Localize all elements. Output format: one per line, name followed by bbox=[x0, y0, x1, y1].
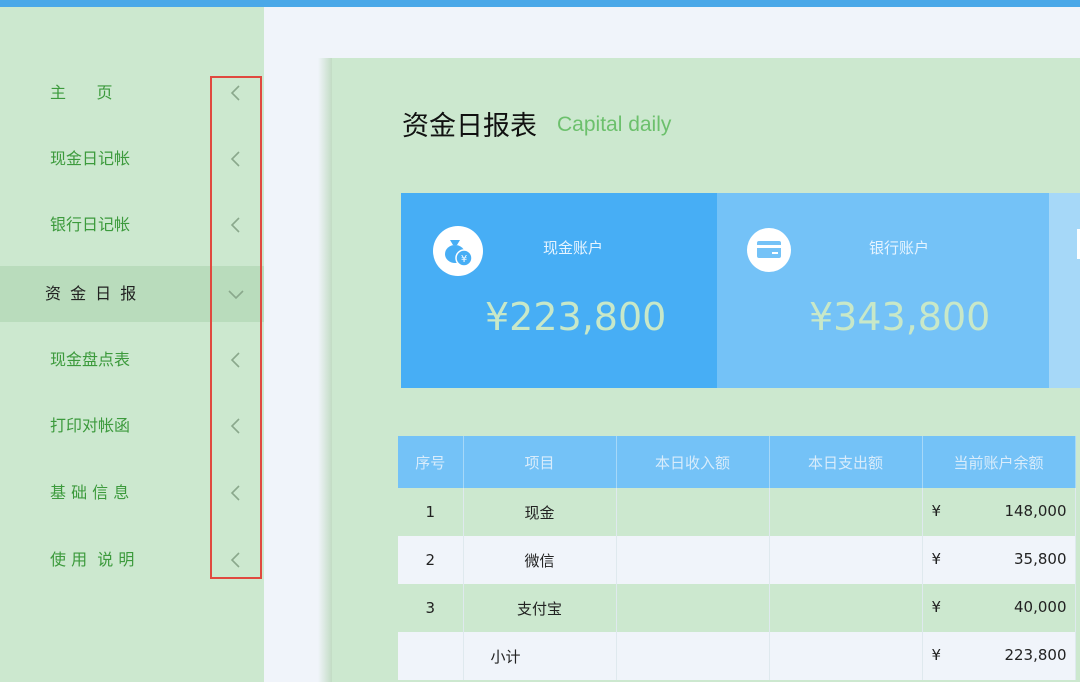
column-header: 本日收入额 bbox=[616, 436, 770, 488]
row-expense bbox=[769, 536, 923, 584]
row-income bbox=[616, 632, 770, 680]
balance-amount: 35,800 bbox=[1014, 550, 1067, 568]
bank-account-card[interactable]: 银行账户 ¥343,800 bbox=[717, 193, 1049, 388]
money-bag-icon: ¥ bbox=[433, 226, 483, 276]
table-header-row: 序号 项目 本日收入额 本日支出额 当前账户余额 bbox=[398, 436, 1076, 488]
sidebar-item-label: 使 用 说 明 bbox=[50, 550, 135, 569]
top-bar bbox=[0, 0, 1080, 7]
row-item: 微信 bbox=[463, 536, 617, 584]
row-income bbox=[616, 584, 770, 632]
row-item: 小计 bbox=[463, 632, 617, 680]
table-row[interactable]: 1 现金 ¥ 148,000 bbox=[398, 488, 1076, 536]
highlight-box bbox=[210, 76, 262, 579]
row-income bbox=[616, 488, 770, 536]
row-number: 3 bbox=[398, 584, 464, 632]
card-value: ¥343,800 bbox=[809, 295, 991, 339]
sidebar-item-label: 主 页 bbox=[50, 83, 113, 102]
column-header: 序号 bbox=[398, 436, 464, 488]
card-label: 现金账户 bbox=[543, 239, 604, 257]
row-balance: ¥ 223,800 bbox=[922, 632, 1076, 680]
currency-symbol: ¥ bbox=[931, 502, 942, 520]
currency-symbol: ¥ bbox=[931, 646, 942, 664]
column-header: 当前账户余额 bbox=[922, 436, 1076, 488]
sidebar-item-label: 现金日记帐 bbox=[50, 149, 131, 168]
report-table: 序号 项目 本日收入额 本日支出额 当前账户余额 1 现金 ¥ 148,000 … bbox=[398, 436, 1076, 680]
row-expense bbox=[769, 632, 923, 680]
column-header: 本日支出额 bbox=[769, 436, 923, 488]
row-balance: ¥ 40,000 bbox=[922, 584, 1076, 632]
row-number: 2 bbox=[398, 536, 464, 584]
row-expense bbox=[769, 584, 923, 632]
sidebar-item-label: 打印对帐函 bbox=[50, 416, 131, 435]
sidebar-item-label: 资 金 日 报 bbox=[45, 284, 139, 303]
credit-card-icon bbox=[747, 228, 791, 272]
sidebar-item-label: 银行日记帐 bbox=[50, 215, 131, 234]
page-title: 资金日报表 bbox=[402, 111, 537, 142]
svg-text:¥: ¥ bbox=[461, 254, 467, 265]
row-item: 现金 bbox=[463, 488, 617, 536]
row-balance: ¥ 35,800 bbox=[922, 536, 1076, 584]
card-label: 银行账户 bbox=[869, 239, 930, 257]
page-subtitle: Capital daily bbox=[557, 113, 672, 136]
table-row-subtotal[interactable]: 小计 ¥ 223,800 bbox=[398, 632, 1076, 680]
currency-symbol: ¥ bbox=[931, 598, 942, 616]
row-item: 支付宝 bbox=[463, 584, 617, 632]
balance-amount: 223,800 bbox=[1004, 646, 1067, 664]
sidebar-item-label: 现金盘点表 bbox=[50, 350, 131, 369]
table-row[interactable]: 2 微信 ¥ 35,800 bbox=[398, 536, 1076, 584]
row-income bbox=[616, 536, 770, 584]
third-account-card[interactable] bbox=[1049, 193, 1080, 388]
table-row[interactable]: 3 支付宝 ¥ 40,000 bbox=[398, 584, 1076, 632]
panel-shadow bbox=[318, 58, 332, 682]
row-expense bbox=[769, 488, 923, 536]
sidebar-item-label: 基 础 信 息 bbox=[50, 483, 130, 502]
column-header: 项目 bbox=[463, 436, 617, 488]
currency-symbol: ¥ bbox=[931, 550, 942, 568]
row-number bbox=[398, 632, 464, 680]
card-value: ¥223,800 bbox=[485, 295, 667, 339]
balance-amount: 148,000 bbox=[1004, 502, 1067, 520]
cash-account-card[interactable]: ¥ 现金账户 ¥223,800 bbox=[401, 193, 717, 388]
balance-amount: 40,000 bbox=[1014, 598, 1067, 616]
row-balance: ¥ 148,000 bbox=[922, 488, 1076, 536]
row-number: 1 bbox=[398, 488, 464, 536]
